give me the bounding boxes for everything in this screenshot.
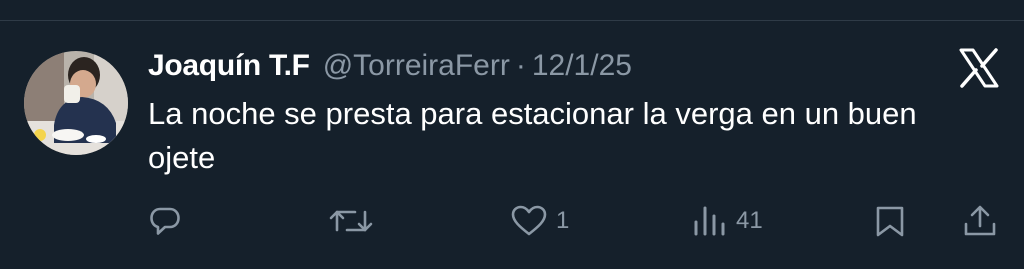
like-button[interactable]: 1 xyxy=(510,198,569,244)
retweet-icon xyxy=(329,210,373,232)
views-button[interactable]: 41 xyxy=(692,198,763,244)
like-count: 1 xyxy=(556,207,570,234)
retweet-button[interactable] xyxy=(328,198,382,244)
author-name[interactable]: Joaquín T.F xyxy=(148,49,310,83)
reply-icon xyxy=(150,207,180,235)
heart-icon xyxy=(511,205,547,236)
author-handle[interactable]: @TorreiraFerr xyxy=(323,49,510,83)
share-button[interactable] xyxy=(962,198,1006,244)
tweet-date[interactable]: 12/1/25 xyxy=(532,49,632,83)
action-bar: 1 41 xyxy=(0,198,1024,244)
tweet-header: Joaquín T.F @TorreiraFerr · 12/1/25 xyxy=(148,46,632,86)
avatar[interactable] xyxy=(24,51,128,155)
separator-dot: · xyxy=(515,49,526,82)
views-count: 41 xyxy=(736,207,763,234)
share-icon xyxy=(964,205,996,236)
tweet-text: La noche se presta para estacionar la ve… xyxy=(148,96,917,175)
top-divider xyxy=(0,20,1024,21)
bookmark-icon xyxy=(876,206,904,237)
x-logo-icon xyxy=(958,47,1000,89)
reply-button[interactable] xyxy=(148,198,190,244)
bookmark-button[interactable] xyxy=(874,198,914,244)
views-icon xyxy=(694,206,725,236)
